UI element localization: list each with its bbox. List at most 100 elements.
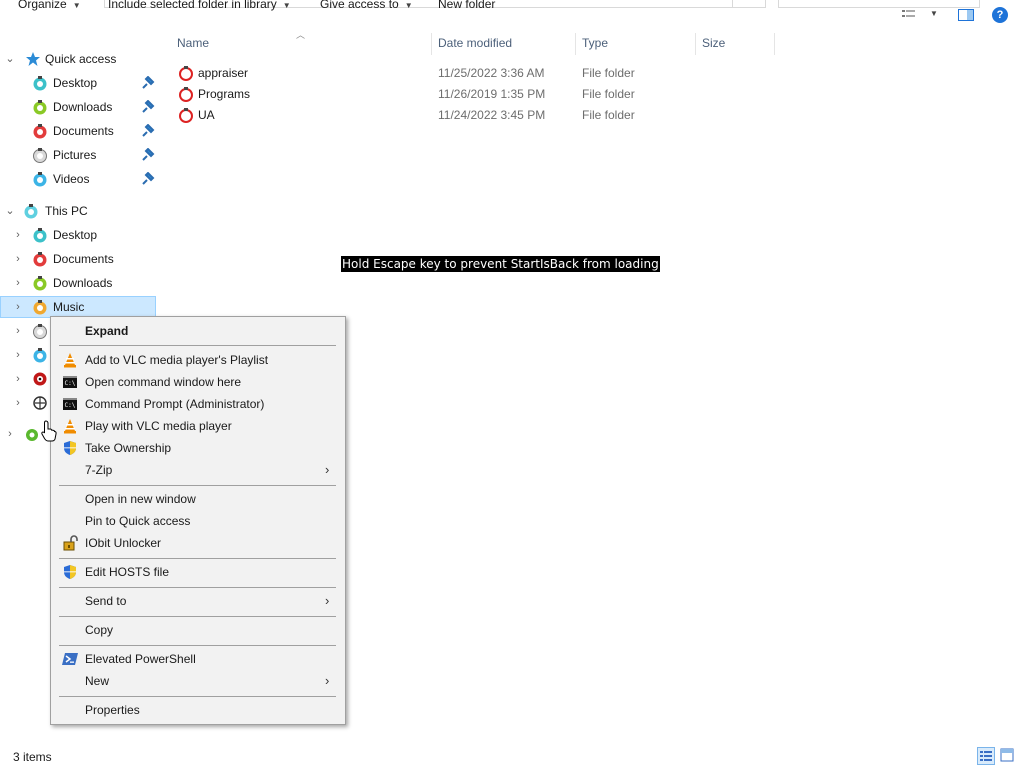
menu-item-copy[interactable]: Copy (53, 619, 343, 641)
menu-item-pin-quick-access[interactable]: Pin to Quick access (53, 510, 343, 532)
nav-qa-pictures[interactable]: Pictures (0, 144, 160, 166)
menu-label: Take Ownership (85, 441, 172, 455)
view-options-icon[interactable] (902, 9, 916, 19)
column-divider[interactable] (695, 33, 696, 55)
column-divider[interactable] (575, 33, 576, 55)
command-prompt-icon: C:\ (63, 398, 77, 410)
svg-text:C:\: C:\ (65, 380, 76, 387)
chevron-right-icon[interactable]: › (11, 323, 25, 339)
preview-pane-icon[interactable] (958, 9, 974, 21)
menu-separator (59, 345, 336, 346)
nav-quick-access[interactable]: ⌄ Quick access (0, 48, 160, 70)
menu-item-open-cmd[interactable]: C:\ Open command window here (53, 371, 343, 393)
network-icon (26, 429, 38, 441)
chevron-down-icon[interactable]: ⌄ (3, 51, 17, 67)
uac-shield-icon (64, 441, 76, 455)
menu-label: Send to (85, 594, 127, 608)
organize-button[interactable]: Organize ▼ (18, 0, 81, 11)
nav-qa-desktop[interactable]: Desktop (0, 72, 160, 94)
drive-icon (33, 372, 47, 386)
menu-item-elevated-powershell[interactable]: Elevated PowerShell (53, 648, 343, 670)
column-header-name[interactable]: Name (177, 36, 209, 54)
svg-text:C:\: C:\ (65, 402, 76, 409)
chevron-right-icon[interactable]: › (11, 275, 25, 291)
column-divider[interactable] (431, 33, 432, 55)
nav-qa-downloads[interactable]: Downloads (0, 96, 160, 118)
column-divider[interactable] (774, 33, 775, 55)
chevron-down-icon[interactable]: ▼ (930, 9, 938, 18)
chevron-right-icon[interactable]: › (11, 251, 25, 267)
menu-separator (59, 587, 336, 588)
menu-label: Properties (85, 703, 140, 717)
details-view-button[interactable] (977, 747, 995, 765)
menu-label: Copy (85, 623, 114, 637)
pin-icon (142, 124, 155, 137)
menu-label: Elevated PowerShell (85, 652, 196, 666)
column-header-type[interactable]: Type (582, 36, 608, 54)
file-row[interactable]: UA 11/24/2022 3:45 PM File folder (176, 104, 776, 125)
file-row[interactable]: appraiser 11/25/2022 3:36 AM File folder (176, 62, 776, 83)
menu-item-7zip[interactable]: 7-Zip › (53, 459, 343, 481)
menu-item-vlc-playlist[interactable]: Add to VLC media player's Playlist (53, 349, 343, 371)
nav-pc-downloads[interactable]: › Downloads (0, 272, 160, 294)
file-name: appraiser (198, 66, 249, 80)
nav-pc-music[interactable]: › Music (0, 296, 156, 318)
menu-item-new[interactable]: New › (53, 670, 343, 692)
submenu-arrow-icon: › (325, 593, 330, 608)
menu-separator (59, 645, 336, 646)
nav-qa-videos[interactable]: Videos (0, 168, 160, 190)
menu-item-take-ownership[interactable]: Take Ownership (53, 437, 343, 459)
chevron-right-icon[interactable]: › (11, 227, 25, 243)
menu-label: Edit HOSTS file (85, 565, 170, 579)
pictures-folder-icon (33, 324, 47, 339)
hand-cursor-icon (41, 420, 57, 442)
menu-label: Open command window here (85, 375, 242, 389)
pictures-folder-icon (33, 148, 47, 163)
menu-item-expand[interactable]: Expand (53, 320, 343, 342)
menu-separator (59, 485, 336, 486)
chevron-right-icon[interactable]: › (11, 299, 25, 315)
help-icon[interactable]: ? (992, 7, 1008, 23)
menu-item-vlc-play[interactable]: Play with VLC media player (53, 415, 343, 437)
column-header-size[interactable]: Size (702, 36, 725, 54)
large-icons-view-button[interactable] (999, 747, 1017, 765)
startisback-banner: Hold Escape key to prevent StartIsBack f… (341, 256, 660, 272)
menu-item-iobit-unlocker[interactable]: IObit Unlocker (53, 532, 343, 554)
nav-qa-documents[interactable]: Documents (0, 120, 160, 142)
desktop-folder-icon (33, 228, 47, 243)
chevron-down-icon: ▼ (72, 1, 81, 10)
menu-label: Play with VLC media player (85, 419, 232, 433)
address-divider (732, 0, 733, 8)
nav-label: Desktop (53, 76, 98, 90)
menu-item-cmd-admin[interactable]: C:\ Command Prompt (Administrator) (53, 393, 343, 415)
give-access-button[interactable]: Give access to ▼ (320, 0, 413, 11)
menu-label: Command Prompt (Administrator) (85, 397, 265, 411)
column-header-date[interactable]: Date modified (438, 36, 512, 54)
nav-pc-documents[interactable]: › Documents (0, 248, 160, 270)
menu-item-properties[interactable]: Properties (53, 699, 343, 721)
uac-shield-icon (64, 565, 76, 579)
nav-label: Documents (53, 124, 114, 138)
search-input[interactable] (778, 0, 980, 8)
chevron-right-icon[interactable]: › (11, 371, 25, 387)
file-row[interactable]: Programs 11/26/2019 1:35 PM File folder (176, 83, 776, 104)
chevron-right-icon[interactable]: › (3, 426, 17, 442)
menu-item-edit-hosts[interactable]: Edit HOSTS file (53, 561, 343, 583)
chevron-right-icon[interactable]: › (11, 395, 25, 411)
menu-label: Open in new window (85, 492, 196, 506)
chevron-down-icon: ▼ (404, 1, 413, 10)
nav-pc-desktop[interactable]: › Desktop (0, 224, 160, 246)
nav-this-pc[interactable]: ⌄ This PC (0, 200, 160, 222)
include-library-button[interactable]: Include selected folder in library ▼ (108, 0, 291, 11)
nav-label: Music (53, 300, 85, 314)
menu-item-open-new-window[interactable]: Open in new window (53, 488, 343, 510)
star-icon (26, 52, 40, 66)
menu-label: Pin to Quick access (85, 514, 191, 528)
chevron-down-icon[interactable]: ⌄ (3, 203, 17, 219)
new-folder-button[interactable]: New folder (438, 0, 495, 11)
nav-label: Videos (53, 172, 90, 186)
pin-icon (142, 100, 155, 113)
menu-separator (59, 558, 336, 559)
menu-item-send-to[interactable]: Send to › (53, 590, 343, 612)
chevron-right-icon[interactable]: › (11, 347, 25, 363)
